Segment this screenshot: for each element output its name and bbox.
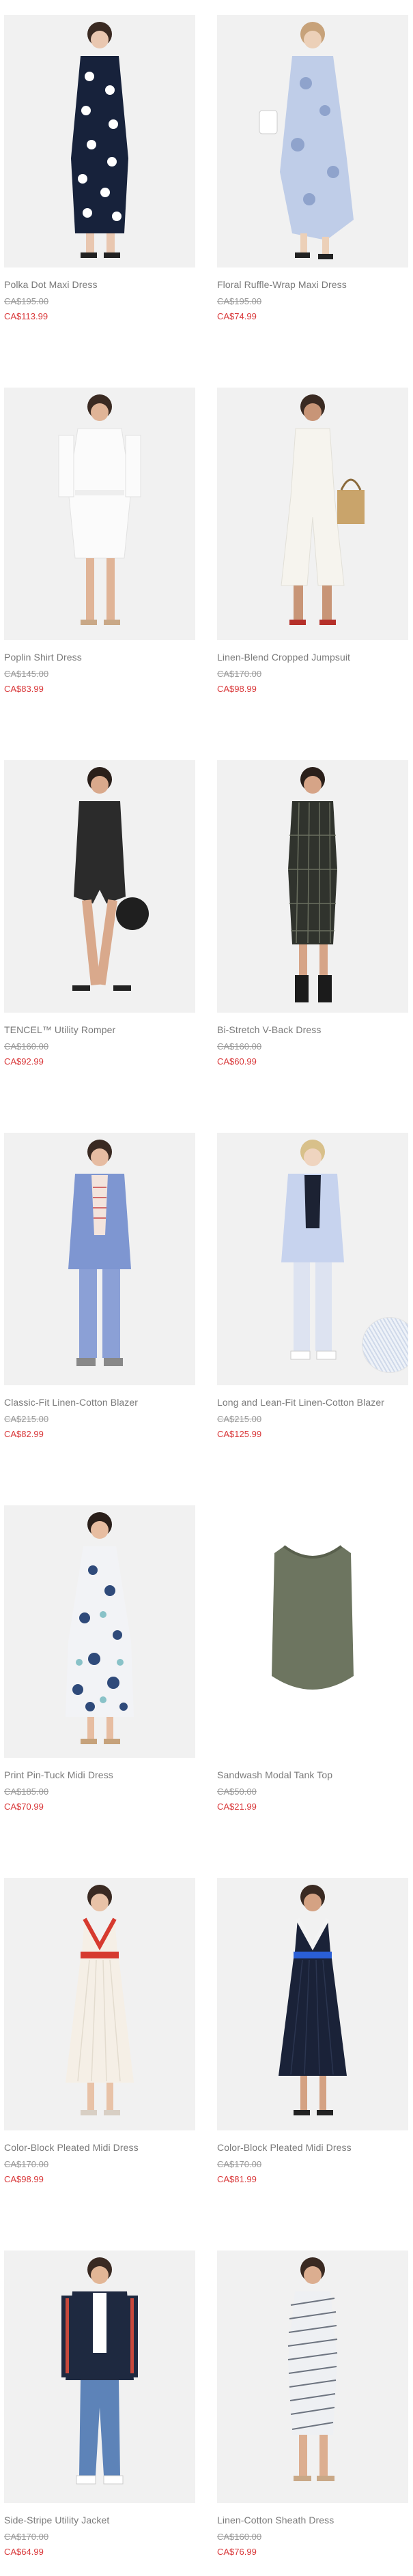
product-name[interactable]: Floral Ruffle-Wrap Maxi Dress	[217, 279, 413, 290]
sale-price: CA$21.99	[217, 1801, 257, 1812]
product-name[interactable]: Linen-Cotton Sheath Dress	[217, 2515, 413, 2526]
olive-tank-top-photo[interactable]	[217, 1505, 408, 1758]
original-price: CA$195.00	[4, 296, 49, 306]
original-price: CA$170.00	[217, 2159, 262, 2169]
original-price: CA$145.00	[4, 669, 49, 679]
sale-price: CA$60.99	[217, 1056, 257, 1067]
original-price: CA$160.00	[4, 1041, 49, 1052]
product-name[interactable]: Sandwash Modal Tank Top	[217, 1769, 413, 1780]
original-price: CA$215.00	[217, 1414, 262, 1424]
navy-utility-jacket-photo[interactable]	[4, 2251, 195, 2503]
sale-price: CA$70.99	[4, 1801, 44, 1812]
sale-price: CA$83.99	[4, 684, 44, 694]
original-price: CA$170.00	[217, 669, 262, 679]
sale-price: CA$92.99	[4, 1056, 44, 1067]
sale-price: CA$76.99	[217, 2547, 257, 2557]
sale-price: CA$81.99	[217, 2174, 257, 2184]
product-name[interactable]: Side-Stripe Utility Jacket	[4, 2515, 202, 2526]
blue-blazer-photo[interactable]	[4, 1133, 195, 1385]
sale-price: CA$74.99	[217, 311, 257, 321]
product-name[interactable]: Color-Block Pleated Midi Dress	[217, 2142, 413, 2153]
sale-price: CA$98.99	[217, 684, 257, 694]
white-shirt-dress-photo[interactable]	[4, 388, 195, 640]
original-price: CA$170.00	[4, 2532, 49, 2542]
original-price: CA$185.00	[4, 1786, 49, 1797]
product-name[interactable]: Polka Dot Maxi Dress	[4, 279, 202, 290]
navy-pleated-dress-photo[interactable]	[217, 1878, 408, 2130]
product-name[interactable]: Print Pin-Tuck Midi Dress	[4, 1769, 202, 1780]
floral-midi-dress-photo[interactable]	[4, 1505, 195, 1758]
product-name[interactable]: Color-Block Pleated Midi Dress	[4, 2142, 202, 2153]
black-romper-photo[interactable]	[4, 760, 195, 1013]
original-price: CA$195.00	[217, 296, 262, 306]
product-name[interactable]: TENCEL™ Utility Romper	[4, 1024, 202, 1035]
polka-dot-dress-photo[interactable]	[4, 15, 195, 267]
product-name[interactable]: Long and Lean-Fit Linen-Cotton Blazer	[217, 1397, 413, 1408]
sale-price: CA$64.99	[4, 2547, 44, 2557]
sale-price: CA$98.99	[4, 2174, 44, 2184]
original-price: CA$170.00	[4, 2159, 49, 2169]
sale-price: CA$113.99	[4, 311, 48, 321]
original-price: CA$160.00	[217, 1041, 262, 1052]
striped-sheath-dress-photo[interactable]	[217, 2251, 408, 2503]
sale-price: CA$125.99	[217, 1429, 262, 1439]
product-name[interactable]: Linen-Blend Cropped Jumpsuit	[217, 652, 413, 663]
light-blue-blazer-photo[interactable]	[217, 1133, 408, 1385]
product-name[interactable]: Bi-Stretch V-Back Dress	[217, 1024, 413, 1035]
plaid-sheath-dress-photo[interactable]	[217, 760, 408, 1013]
white-pleated-dress-photo[interactable]	[4, 1878, 195, 2130]
original-price: CA$160.00	[217, 2532, 262, 2542]
sale-price: CA$82.99	[4, 1429, 44, 1439]
original-price: CA$215.00	[4, 1414, 49, 1424]
product-name[interactable]: Classic-Fit Linen-Cotton Blazer	[4, 1397, 202, 1408]
floral-wrap-dress-photo[interactable]	[217, 15, 408, 267]
product-name[interactable]: Poplin Shirt Dress	[4, 652, 202, 663]
original-price: CA$50.00	[217, 1786, 257, 1797]
white-jumpsuit-photo[interactable]	[217, 388, 408, 640]
